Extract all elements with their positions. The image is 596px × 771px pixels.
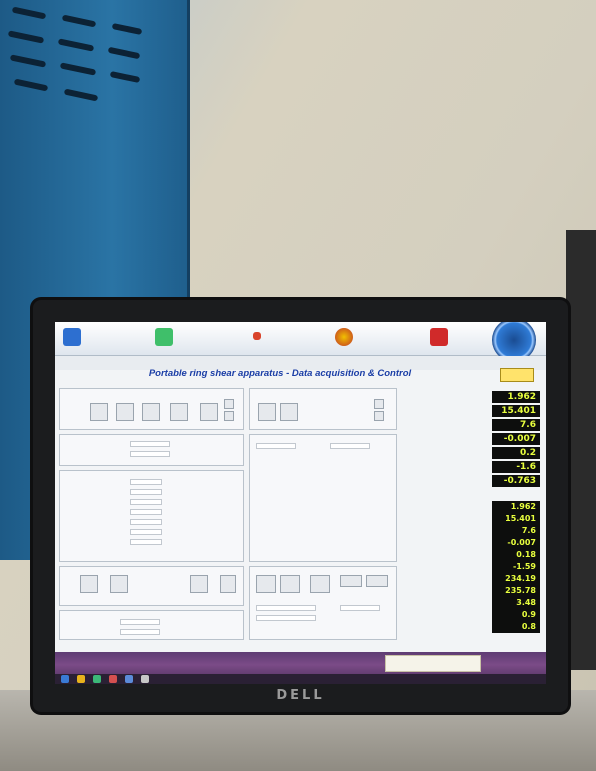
shortcut-icon[interactable]	[63, 328, 81, 346]
readout-row: 15.401	[400, 404, 540, 418]
output-field[interactable]	[120, 629, 160, 635]
settings-field[interactable]	[130, 451, 170, 457]
readout-row: 1.962	[400, 390, 540, 404]
taskbar-app-icon[interactable]	[141, 675, 149, 683]
monitor: Portable ring shear apparatus - Data acq…	[33, 300, 568, 712]
app-title: Portable ring shear apparatus - Data acq…	[148, 368, 412, 379]
readout-column: 1.962 15.401 7.6 -0.007 0.2 -1.6 -0.763 …	[400, 382, 540, 652]
taskbar	[55, 652, 546, 684]
monitor-logo: DELL	[276, 688, 325, 703]
readout-value: -0.763	[492, 475, 540, 487]
vertical-button[interactable]	[258, 403, 276, 421]
cabinet-vent	[59, 62, 97, 76]
parameter-field[interactable]	[130, 489, 162, 495]
readout-row: 0.8	[400, 620, 540, 634]
record-icon[interactable]	[430, 328, 448, 346]
motor-control-panel	[59, 388, 244, 430]
cabinet-vent	[109, 70, 141, 84]
drive-button[interactable]	[80, 575, 98, 593]
control-button[interactable]	[116, 403, 134, 421]
readout-value: 0.2	[492, 447, 540, 459]
control-button[interactable]	[170, 403, 188, 421]
cabinet-vent	[11, 6, 47, 20]
taskbar-app-icon[interactable]	[125, 675, 133, 683]
readout-row: 0.2	[400, 446, 540, 460]
readout-value: -0.007	[492, 433, 540, 445]
acquisition-button[interactable]	[340, 575, 362, 587]
acquisition-button[interactable]	[366, 575, 388, 587]
readout-row: 7.6	[400, 418, 540, 432]
drive-button[interactable]	[220, 575, 236, 593]
desktop-top-bar	[55, 322, 546, 362]
parameter-field[interactable]	[130, 479, 162, 485]
readout-value: 15.401	[492, 405, 540, 417]
notification-popup[interactable]	[385, 655, 481, 672]
output-panel	[59, 610, 244, 640]
background-shadow	[566, 230, 596, 670]
parameter-field[interactable]	[130, 509, 162, 515]
record-button[interactable]	[256, 575, 276, 593]
vertical-field[interactable]	[330, 443, 370, 449]
control-button[interactable]	[142, 403, 160, 421]
control-button[interactable]	[90, 403, 108, 421]
taskbar-app-icon[interactable]	[77, 675, 85, 683]
start-button[interactable]	[500, 368, 534, 382]
increment-button[interactable]	[224, 399, 234, 409]
decrement-button[interactable]	[374, 411, 384, 421]
cabinet-vent	[61, 14, 97, 28]
drive-button[interactable]	[110, 575, 128, 593]
folder-icon[interactable]	[155, 328, 173, 346]
increment-button[interactable]	[374, 399, 384, 409]
drive-panel	[59, 566, 244, 606]
parameter-field[interactable]	[130, 499, 162, 505]
cabinet-vent	[63, 88, 99, 102]
taskbar-app-icon[interactable]	[93, 675, 101, 683]
readout-row: -0.007	[400, 432, 540, 446]
parameter-field[interactable]	[130, 519, 162, 525]
settings-panel	[59, 434, 244, 466]
settings-field[interactable]	[130, 441, 170, 447]
app-icon[interactable]	[253, 332, 261, 340]
app-icon[interactable]	[335, 328, 353, 346]
vertical-settings-panel	[249, 434, 397, 562]
drive-button[interactable]	[190, 575, 208, 593]
readout-row: -1.6	[400, 460, 540, 474]
readout-value: 0.8	[492, 621, 540, 633]
stop-button[interactable]	[280, 575, 300, 593]
vertical-button[interactable]	[280, 403, 298, 421]
acquisition-button[interactable]	[310, 575, 330, 593]
readout-value: 7.6	[492, 419, 540, 431]
cabinet-vent	[111, 22, 143, 36]
acquisition-field[interactable]	[340, 605, 380, 611]
acquisition-field[interactable]	[256, 615, 316, 621]
cabinet-vent	[107, 46, 141, 60]
output-field[interactable]	[120, 619, 160, 625]
parameters-panel	[59, 470, 244, 562]
readout-row: -0.763	[400, 474, 540, 488]
vertical-field[interactable]	[256, 443, 296, 449]
cabinet-vent	[57, 38, 95, 52]
screen: Portable ring shear apparatus - Data acq…	[55, 322, 546, 684]
acquisition-field[interactable]	[256, 605, 316, 611]
readout-value: -1.6	[492, 461, 540, 473]
cabinet-vent	[7, 30, 45, 44]
readout-value: 1.962	[492, 391, 540, 403]
cabinet-vent	[13, 78, 49, 92]
acquisition-panel	[249, 566, 397, 640]
vertical-control-panel	[249, 388, 397, 430]
decrement-button[interactable]	[224, 411, 234, 421]
cabinet-vent	[9, 54, 47, 68]
parameter-field[interactable]	[130, 539, 162, 545]
taskbar-app-icon[interactable]	[109, 675, 117, 683]
start-icon[interactable]	[61, 675, 69, 683]
parameter-field[interactable]	[130, 529, 162, 535]
control-button[interactable]	[200, 403, 218, 421]
